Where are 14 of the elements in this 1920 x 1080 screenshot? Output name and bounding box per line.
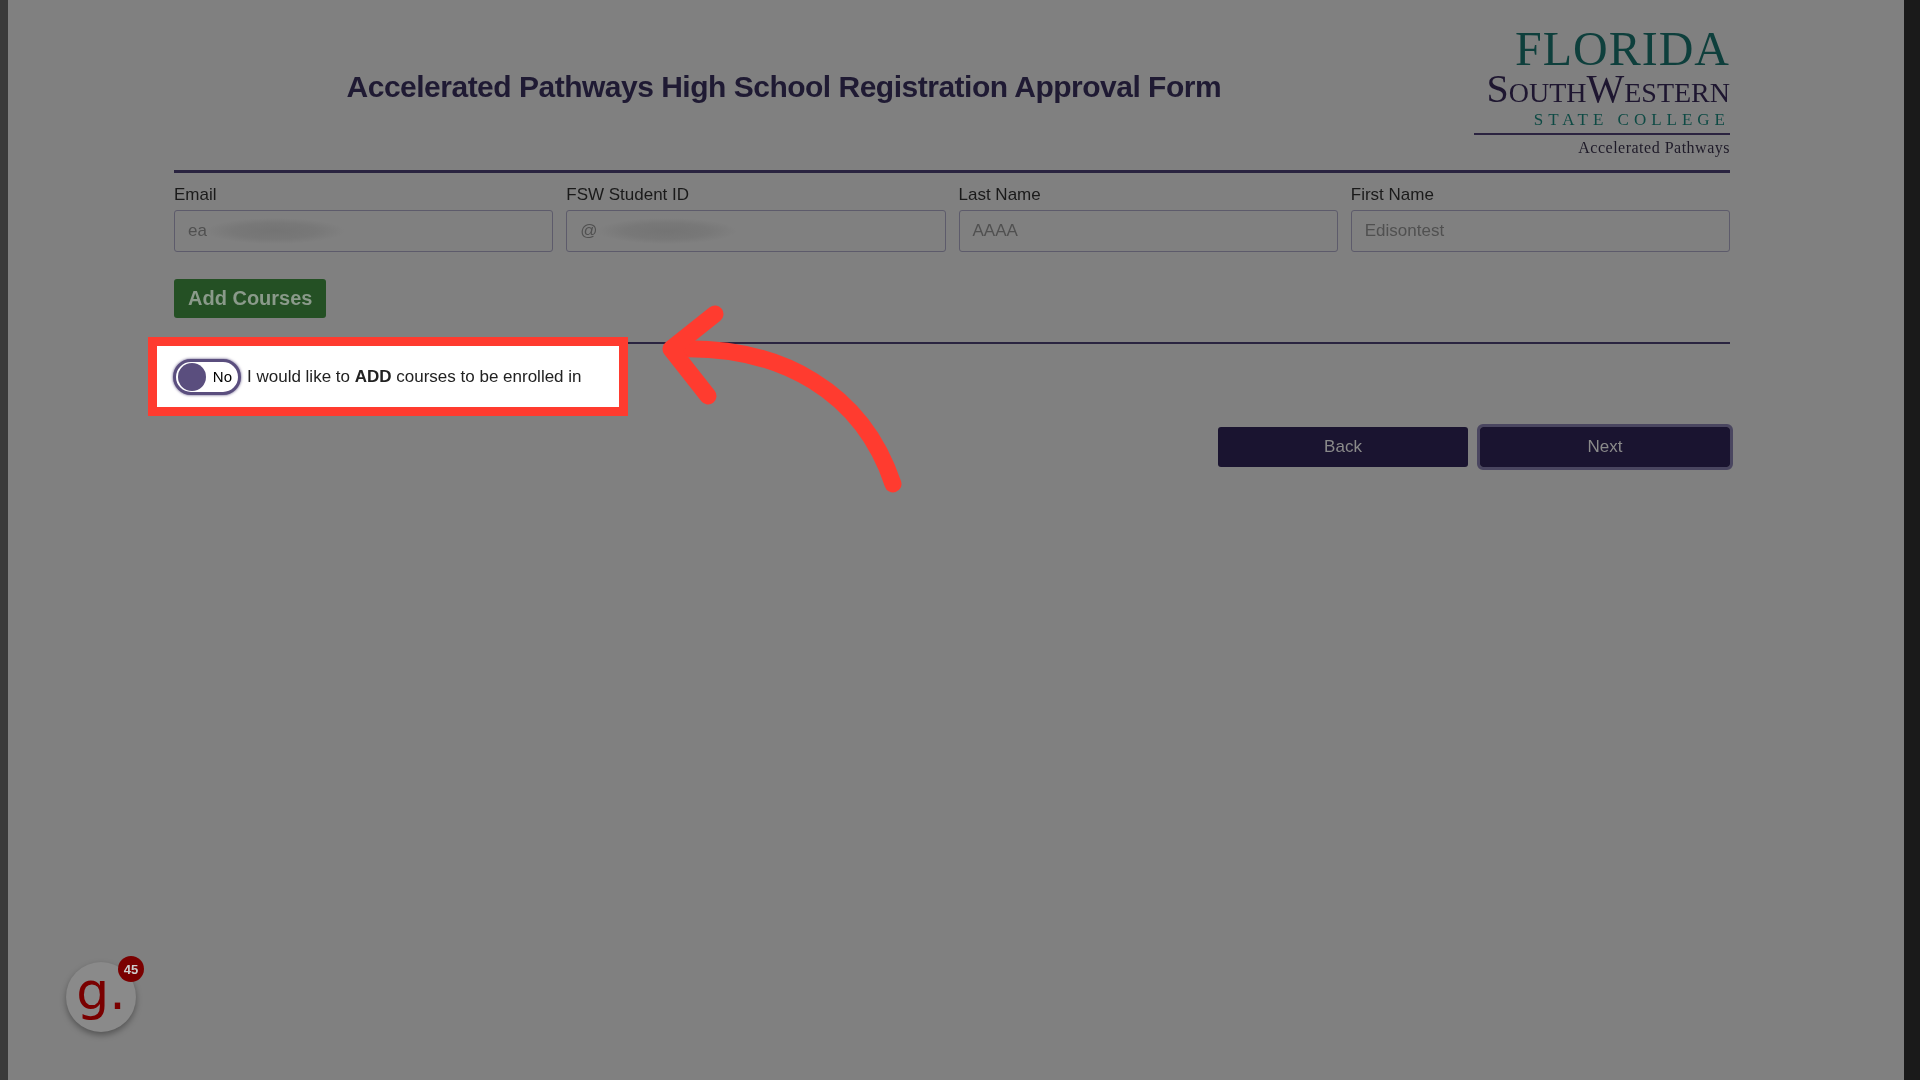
- notification-count: 45: [118, 956, 144, 982]
- toggle-switch[interactable]: No: [173, 358, 241, 395]
- field-label: First Name: [1350, 185, 1435, 205]
- add-courses-button[interactable]: Add Courses: [174, 279, 327, 318]
- scrollbar[interactable]: [1904, 0, 1920, 1080]
- input-field[interactable]: @: [566, 210, 946, 252]
- college-logo: FLORIDA SouthWestern STATE COLLEGE Accelerated Pathways: [1473, 10, 1730, 156]
- field-label: Last Name: [958, 185, 1042, 205]
- field-label: FSW Student ID: [566, 185, 691, 205]
- toggle-label: I would like to ADD courses to be enrolled in: [247, 366, 582, 387]
- back-button[interactable]: Back: [1218, 427, 1468, 467]
- form-title: Accelerated Pathways High School Registration Approval Form: [345, 69, 1223, 104]
- next-button[interactable]: Next: [1480, 427, 1730, 467]
- field-label: Email: [174, 185, 218, 205]
